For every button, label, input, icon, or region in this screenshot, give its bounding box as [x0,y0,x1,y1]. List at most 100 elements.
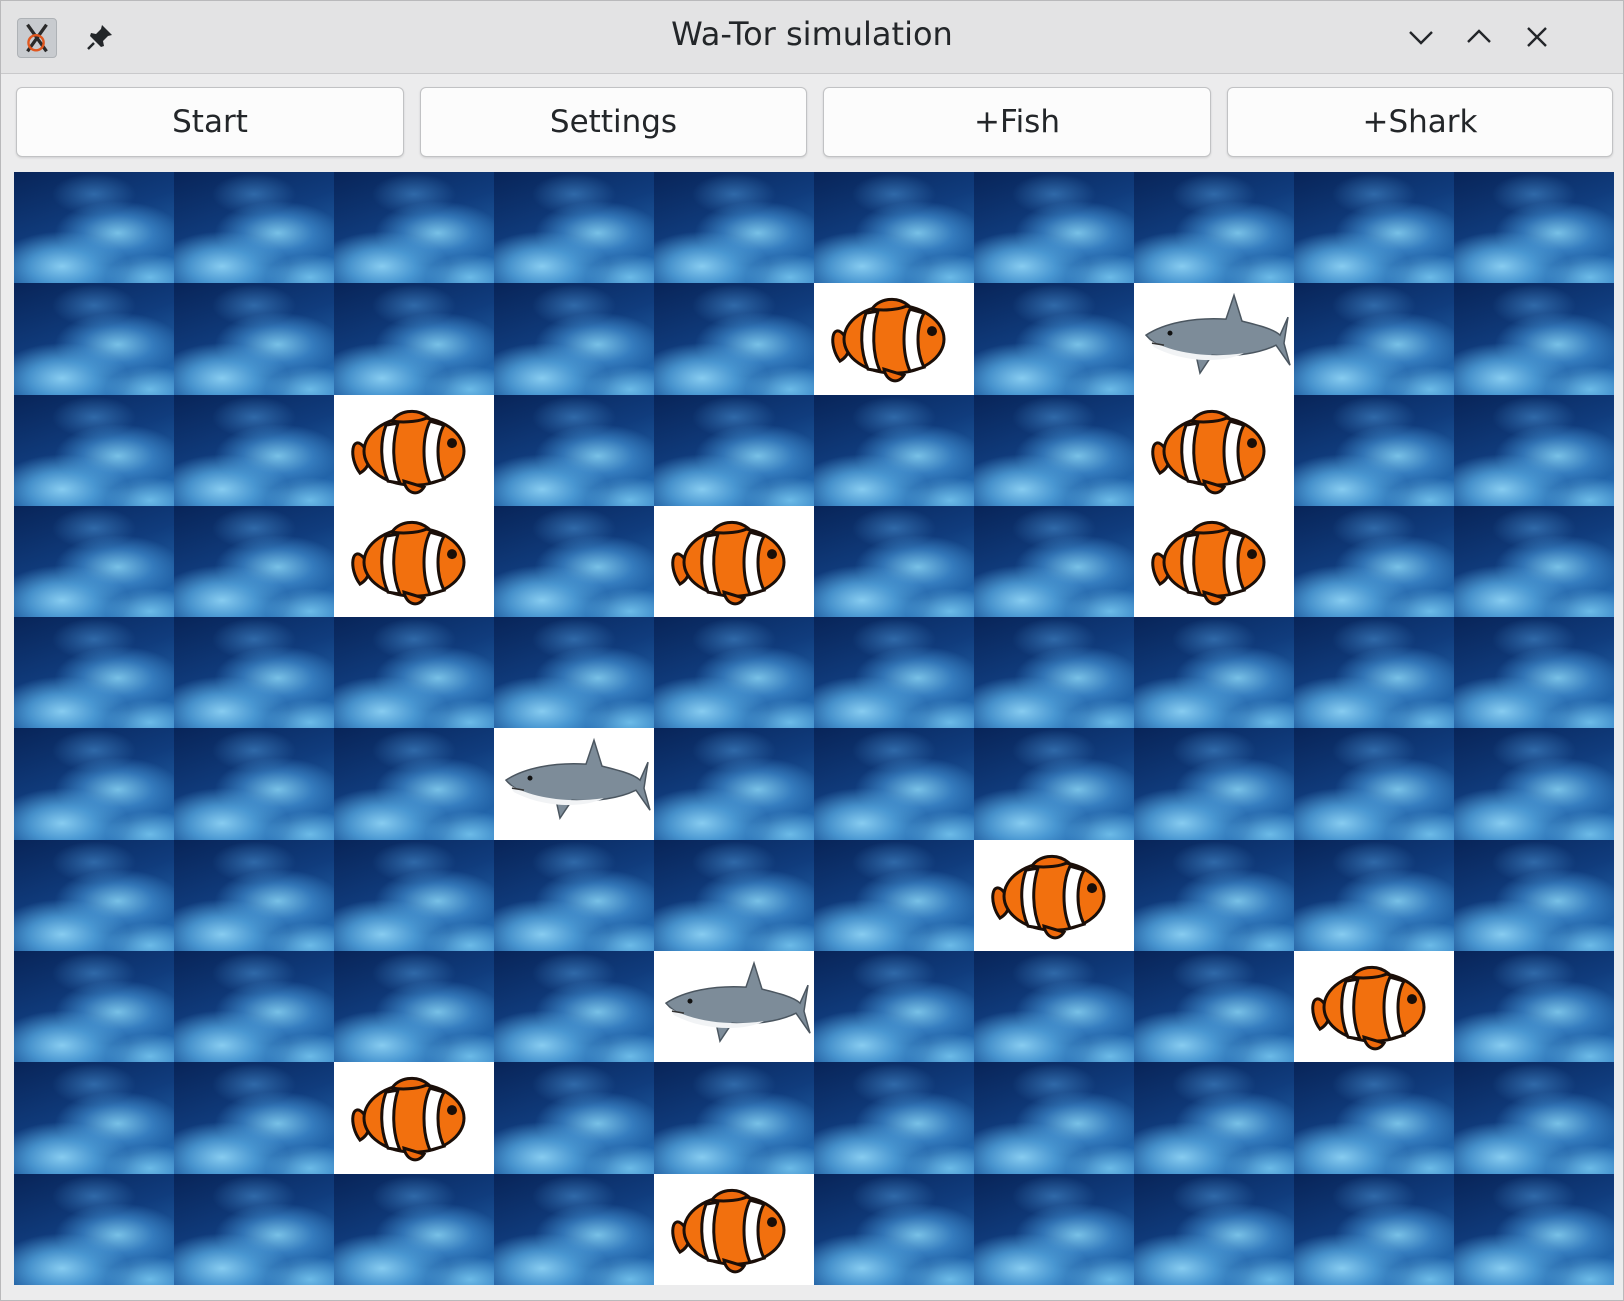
water-cell [334,1173,494,1285]
water-cell [14,839,174,952]
water-cell [174,839,334,952]
water-cell [1294,283,1454,395]
shark-icon [664,960,811,1044]
water-cell [1454,505,1614,618]
water-cell [974,728,1134,840]
water-cell [654,728,814,840]
close-icon[interactable] [1521,21,1553,53]
water-cell [1134,617,1294,729]
water-cell [1294,172,1454,284]
water-cell [974,1173,1134,1285]
water-cell [1294,728,1454,840]
water-cell [14,1173,174,1285]
add-shark-button[interactable]: +Shark [1227,87,1613,157]
water-cell [654,1062,814,1174]
toolbar: Start Settings +Fish +Shark [1,74,1623,170]
water-cell [1294,617,1454,729]
water-cell [1454,1062,1614,1174]
water-cell [174,172,334,284]
water-cell [14,1062,174,1174]
water-cell [1134,172,1294,284]
water-cell [1134,728,1294,840]
fish-cell [1294,951,1454,1063]
water-cell [334,617,494,729]
water-cell [814,728,974,840]
water-cell [814,505,974,618]
start-button[interactable]: Start [16,87,404,157]
water-cell [174,951,334,1063]
water-cell [814,1173,974,1285]
clownfish-icon [1311,965,1426,1051]
water-cell [1134,839,1294,952]
clownfish-icon [671,1188,786,1273]
water-cell [174,1062,334,1174]
fish-cell [1134,505,1294,618]
water-cell [974,1062,1134,1174]
water-cell [654,839,814,952]
maximize-icon[interactable] [1463,21,1495,53]
water-cell [654,283,814,395]
water-cell [1134,1173,1294,1285]
fish-cell [814,283,974,395]
clownfish-icon [831,298,946,383]
water-cell [334,172,494,284]
water-cell [14,951,174,1063]
simulation-grid[interactable] [14,172,1614,1285]
clownfish-icon [671,520,786,606]
fish-cell [654,505,814,618]
water-cell [494,394,654,506]
water-cell [494,505,654,618]
water-cell [1294,505,1454,618]
main-window: Wa-Tor simulation Start Settings +Fish +… [0,0,1624,1301]
water-cell [174,283,334,395]
fish-cell [334,394,494,506]
water-cell [974,172,1134,284]
settings-button[interactable]: Settings [420,87,807,157]
water-cell [1454,617,1614,729]
water-cell [1294,839,1454,952]
fish-cell [334,1062,494,1174]
clownfish-icon [1151,520,1266,606]
water-cell [14,172,174,284]
water-cell [814,394,974,506]
water-cell [654,617,814,729]
fish-cell [334,505,494,618]
water-cell [814,617,974,729]
water-cell [334,839,494,952]
water-cell [174,505,334,618]
water-cell [814,172,974,284]
water-cell [1294,1173,1454,1285]
water-cell [814,1062,974,1174]
water-cell [1454,394,1614,506]
water-cell [1454,728,1614,840]
water-cell [974,617,1134,729]
add-fish-button[interactable]: +Fish [823,87,1211,157]
water-cell [1134,951,1294,1063]
water-cell [1134,1062,1294,1174]
shark-cell [1134,283,1294,395]
title-bar: Wa-Tor simulation [1,1,1623,74]
water-cell [1454,951,1614,1063]
water-cell [814,951,974,1063]
water-cell [974,951,1134,1063]
water-cell [1454,839,1614,952]
water-cell [14,505,174,618]
water-cell [1294,1062,1454,1174]
water-cell [1454,172,1614,284]
water-cell [974,505,1134,618]
water-cell [334,283,494,395]
water-cell [814,839,974,952]
water-cell [174,1173,334,1285]
water-cell [974,394,1134,506]
water-cell [14,728,174,840]
minimize-icon[interactable] [1405,21,1437,53]
fish-cell [654,1173,814,1285]
water-cell [494,1062,654,1174]
water-cell [654,394,814,506]
clownfish-icon [1151,409,1266,494]
water-cell [14,283,174,395]
clownfish-icon [351,520,466,606]
water-cell [334,951,494,1063]
water-cell [974,283,1134,395]
clownfish-icon [351,409,466,494]
